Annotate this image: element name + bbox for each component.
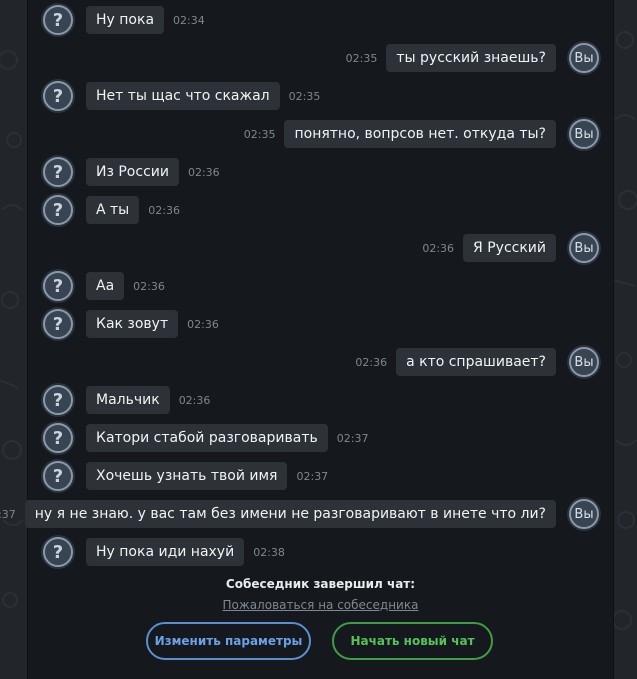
outgoing-message: Вы понятно, вопрсов нет. откуда ты? 02:35 [243, 119, 599, 149]
partner-avatar-icon: ? [43, 195, 73, 225]
message-time: 02:36 [133, 279, 165, 293]
partner-avatar-icon: ? [43, 5, 73, 35]
message-bubble: ты русский знаешь? [386, 44, 556, 72]
incoming-message: ? Аа 02:36 [43, 271, 165, 301]
my-avatar-icon: Вы [569, 119, 599, 149]
message-time: 02:36 [178, 393, 211, 407]
message-bubble: Ну пока иди нахуй [86, 538, 245, 566]
outgoing-message: Вы ты русский знаешь? 02:35 [345, 43, 599, 73]
message-time: 02:36 [187, 317, 219, 331]
message-time: 02:34 [173, 13, 205, 27]
incoming-message: ? Из России 02:36 [43, 157, 220, 187]
message-time: 02:36 [187, 165, 220, 179]
outgoing-message: Вы а кто спрашивает? 02:36 [355, 347, 599, 377]
message-bubble: Нет ты щас что скажал [86, 82, 280, 110]
message-time: 02:36 [355, 355, 388, 369]
chat-panel[interactable]: ? Ну пока 02:34 Вы ты русский знаешь? 02:35? Н… [0, 0, 614, 679]
my-avatar-icon: Вы [569, 347, 599, 377]
incoming-message: ? Нет ты щас что скажал 02:35 [43, 81, 321, 111]
partner-avatar-icon: ? [43, 385, 73, 415]
outgoing-message: Вы ну я не знаю. у вас там без имени не р… [0, 499, 599, 529]
message-time: 02:38 [253, 545, 285, 559]
partner-avatar-icon: ? [43, 461, 73, 491]
partner-avatar-icon: ? [43, 309, 73, 339]
message-bubble: Аа [86, 272, 125, 300]
message-bubble: а кто спрашивает? [396, 348, 556, 376]
incoming-message: ? Хочешь узнать твой имя 02:37 [43, 461, 329, 491]
message-time: 02:36 [422, 241, 455, 255]
message-bubble: Как зовут [86, 310, 179, 338]
outgoing-message: Вы Я Русский 02:36 [422, 233, 599, 263]
message-bubble: Из России [86, 158, 179, 186]
message-time: 02:35 [345, 51, 378, 65]
complain-link[interactable]: Пожаловаться на собеседника [28, 598, 613, 612]
message-time: 02:37 [0, 507, 16, 521]
message-time: 02:37 [336, 431, 369, 445]
message-bubble: Катори стабой разговаривать [86, 424, 328, 452]
incoming-message: ? А ты 02:36 [43, 195, 180, 225]
message-time: 02:35 [243, 127, 276, 141]
message-time: 02:37 [296, 469, 329, 483]
partner-avatar-icon: ? [43, 81, 73, 111]
message-bubble: А ты [86, 196, 140, 224]
partner-avatar-icon: ? [43, 537, 73, 567]
partner-avatar-icon: ? [43, 271, 73, 301]
message-time: 02:35 [288, 89, 321, 103]
partner-avatar-icon: ? [43, 157, 73, 187]
chat-ended-notice: Собеседник завершил чат: [225, 577, 416, 591]
new-chat-button[interactable]: Начать новый чат [332, 622, 493, 660]
incoming-message: ? Мальчик 02:36 [43, 385, 211, 415]
change-params-button[interactable]: Изменить параметры [146, 622, 311, 660]
incoming-message: ? Как зовут 02:36 [43, 309, 219, 339]
message-bubble: Ну пока [86, 6, 165, 34]
partner-avatar-icon: ? [43, 423, 73, 453]
message-time: 02:36 [148, 203, 180, 217]
message-bubble: ну я не знаю. у вас там без имени не раз… [24, 500, 556, 528]
message-bubble: Я Русский [463, 234, 556, 262]
my-avatar-icon: Вы [569, 43, 599, 73]
incoming-message: ? Ну пока 02:34 [43, 5, 205, 35]
message-bubble: понятно, вопрсов нет. откуда ты? [284, 120, 556, 148]
message-bubble: Мальчик [86, 386, 170, 414]
incoming-message: ? Ну пока иди нахуй 02:38 [43, 537, 285, 567]
my-avatar-icon: Вы [569, 233, 599, 263]
message-bubble: Хочешь узнать твой имя [86, 462, 288, 490]
my-avatar-icon: Вы [569, 499, 599, 529]
incoming-message: ? Катори стабой разговаривать 02:37 [43, 423, 369, 453]
